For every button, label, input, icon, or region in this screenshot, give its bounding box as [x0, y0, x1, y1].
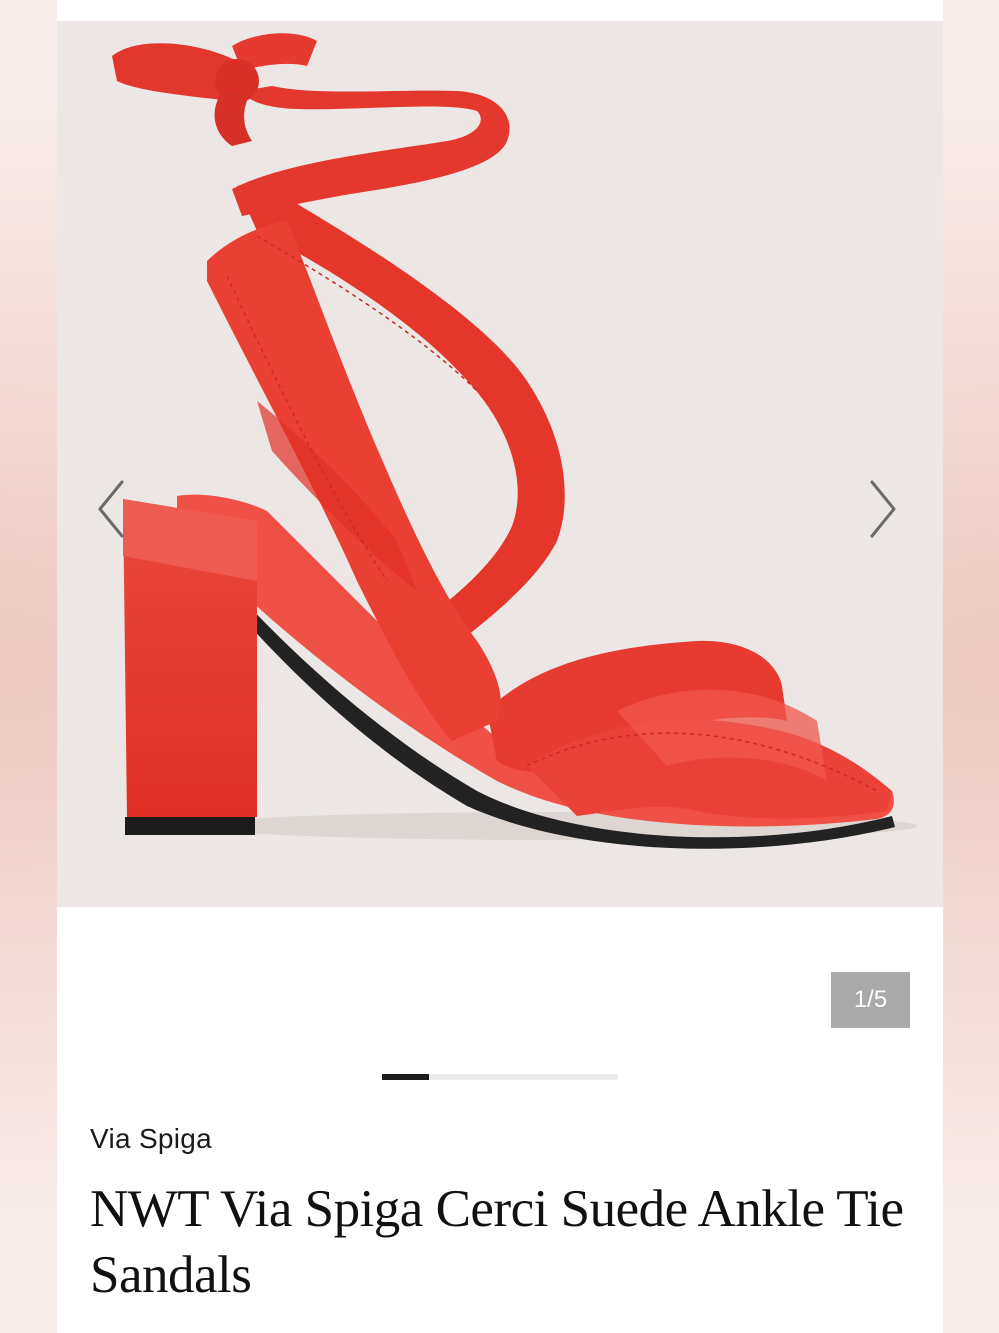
gallery-progress-track [382, 1074, 618, 1080]
product-image-gallery[interactable] [57, 21, 943, 907]
image-counter-badge: 1/5 [831, 972, 910, 1028]
listing-card: 1/5 Via Spiga NWT Via Spiga Cerci Suede … [57, 0, 943, 1333]
chevron-left-icon[interactable] [92, 476, 132, 542]
gallery-progress-fill [382, 1074, 430, 1080]
listing-title: NWT Via Spiga Cerci Suede Ankle Tie Sand… [90, 1180, 904, 1304]
brand-name[interactable]: Via Spiga [90, 1123, 212, 1155]
chevron-right-icon[interactable] [862, 476, 902, 542]
product-image[interactable] [57, 21, 943, 907]
